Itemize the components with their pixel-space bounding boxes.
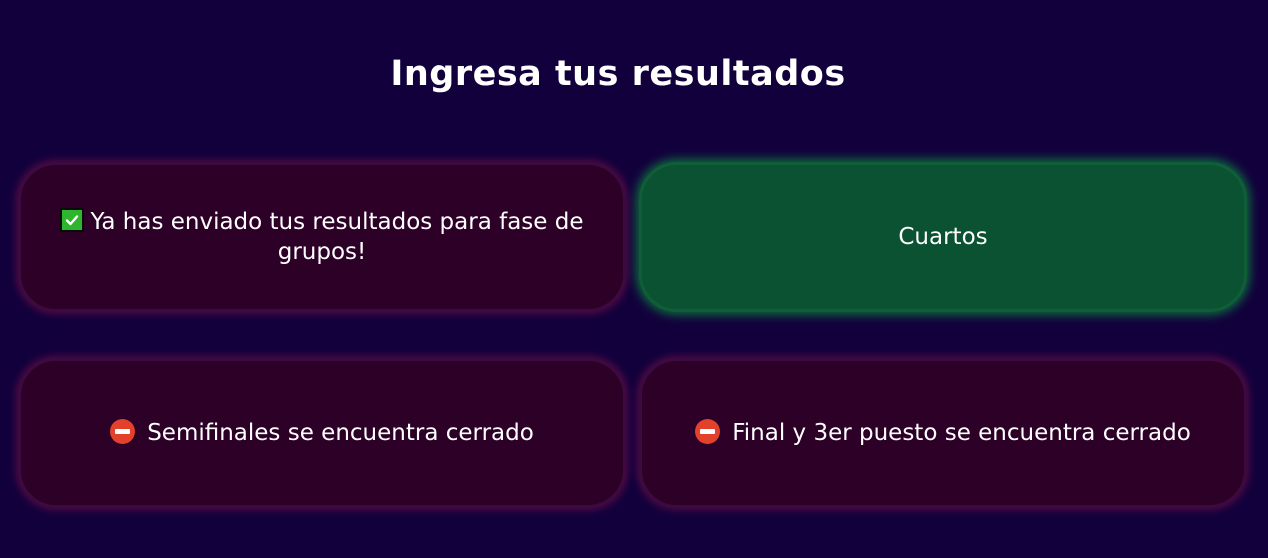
- card-label: Ya has enviado tus resultados para fase …: [90, 209, 584, 265]
- card-label: Cuartos: [898, 224, 988, 250]
- cuartos-button[interactable]: Cuartos: [639, 162, 1247, 312]
- no-entry-icon: [110, 419, 136, 444]
- card-content: Semifinales se encuentra cerrado: [110, 418, 534, 448]
- no-entry-icon: [695, 419, 721, 444]
- card-content: Final y 3er puesto se encuentra cerrado: [695, 418, 1191, 448]
- card-label: Semifinales se encuentra cerrado: [147, 420, 534, 446]
- card-content: Ya has enviado tus resultados para fase …: [41, 207, 603, 267]
- card-label: Final y 3er puesto se encuentra cerrado: [732, 420, 1191, 446]
- card-fase-de-grupos: Ya has enviado tus resultados para fase …: [18, 162, 626, 312]
- card-final-y-3er-puesto: Final y 3er puesto se encuentra cerrado: [639, 358, 1247, 508]
- check-icon: [60, 208, 85, 232]
- card-semifinales: Semifinales se encuentra cerrado: [18, 358, 626, 508]
- page-title: Ingresa tus resultados: [390, 54, 846, 94]
